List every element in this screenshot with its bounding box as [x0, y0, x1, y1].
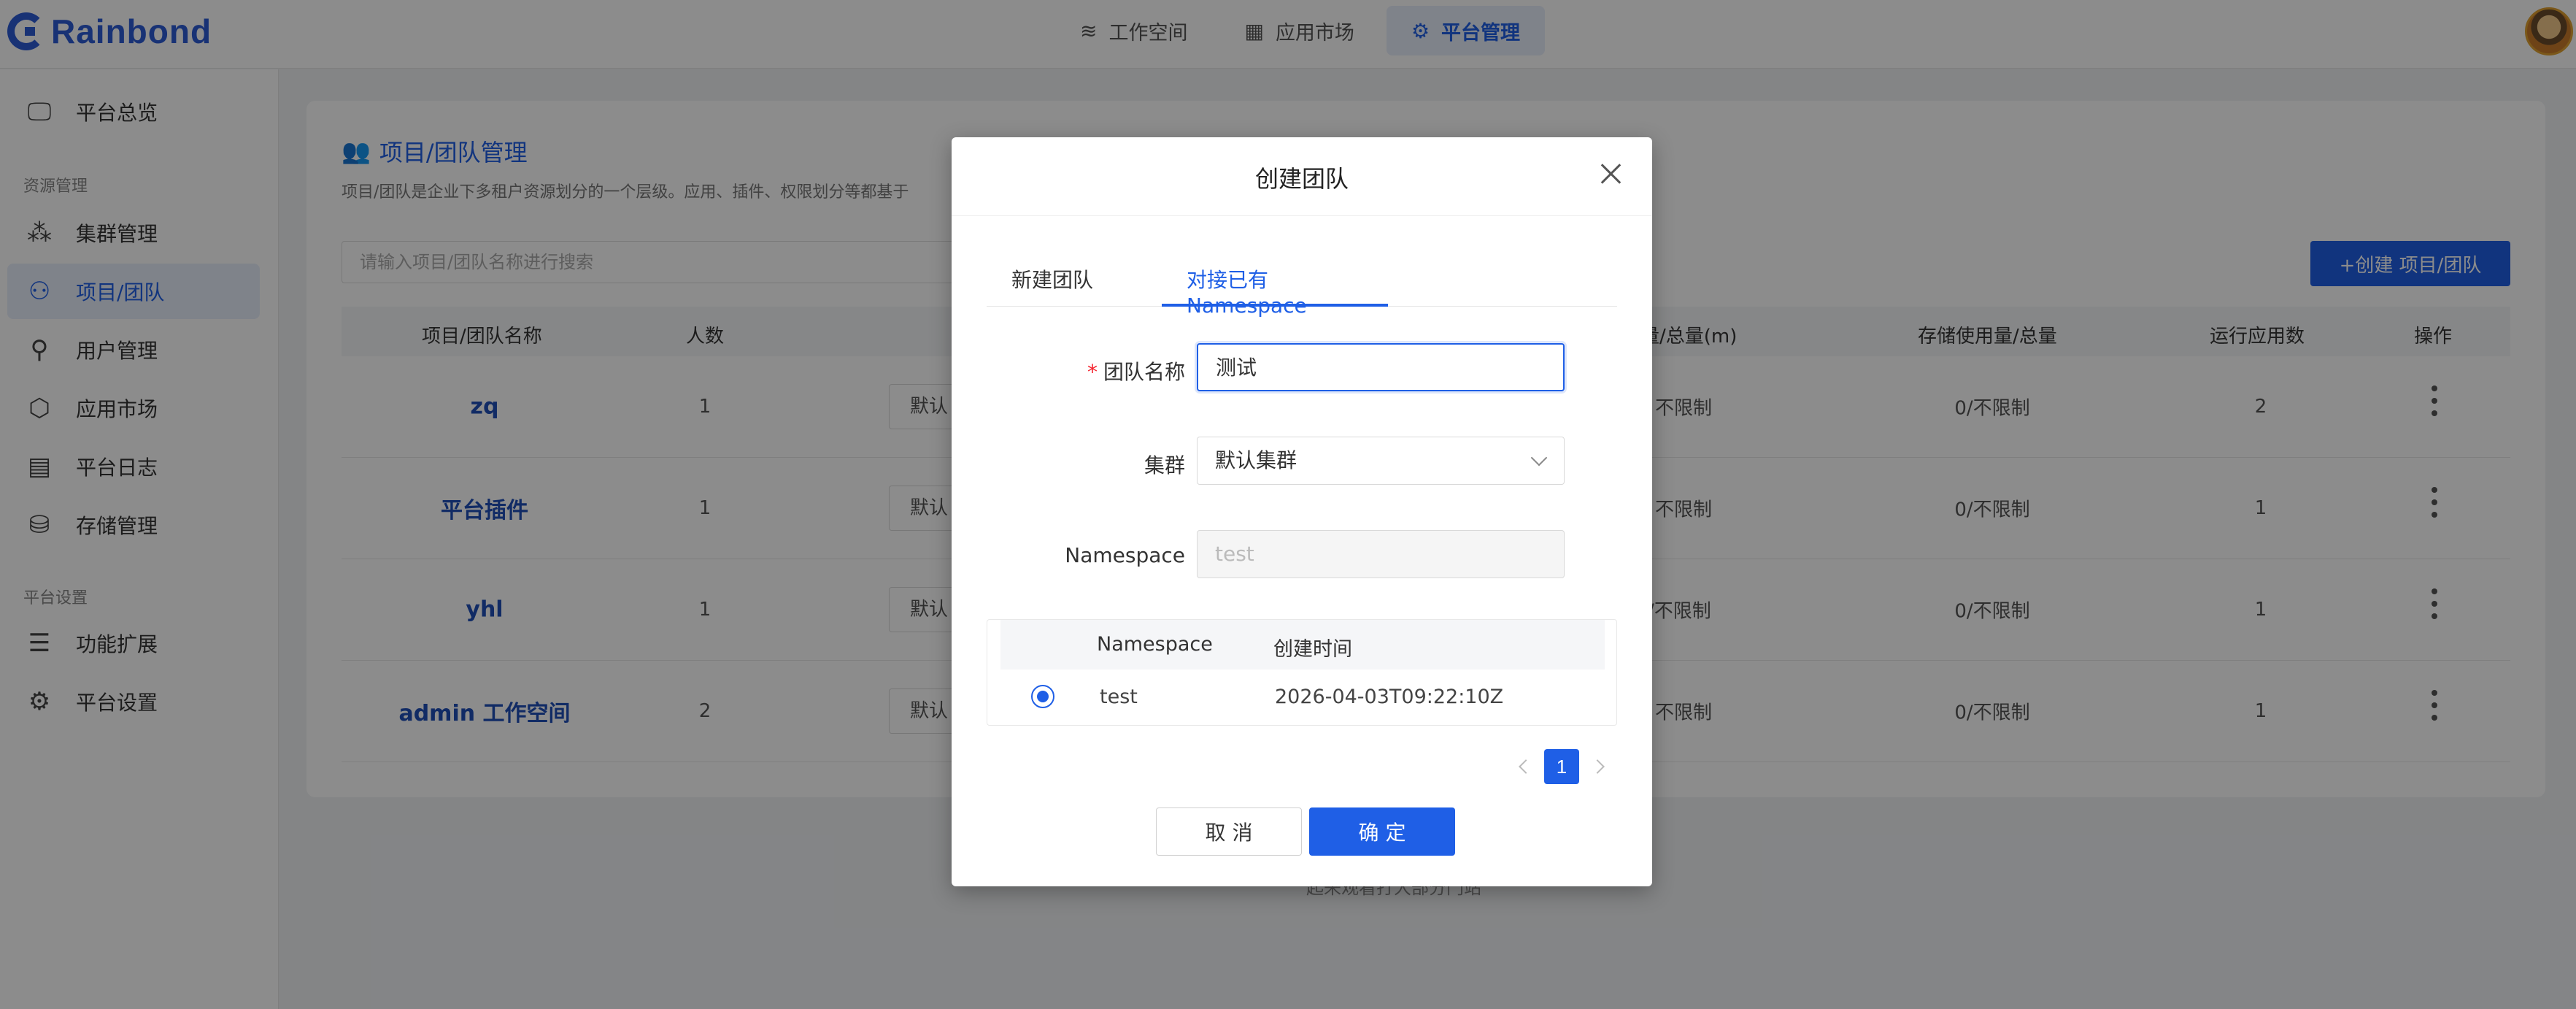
cluster-label: 集群: [1144, 453, 1185, 477]
table-row[interactable]: test 2026-04-03T09:22:10Z: [1000, 670, 1605, 725]
cluster-select-value: 默认集群: [1215, 448, 1297, 472]
namespace-row: Namespace test: [952, 530, 1652, 581]
th-created-time: 创建时间: [1273, 638, 1352, 661]
cluster-row: 集群 默认集群: [952, 437, 1652, 488]
create-team-modal: 创建团队 新建团队 对接已有 Namespace * 团队名称 测试 集群 默认集…: [952, 137, 1652, 886]
tab-existing-namespace[interactable]: 对接已有 Namespace: [1162, 261, 1388, 318]
modal-tabs: 新建团队 对接已有 Namespace: [987, 261, 1617, 318]
page-number-current[interactable]: 1: [1544, 749, 1579, 784]
pagination: 1: [1519, 749, 1605, 784]
modal-title: 创建团队: [1254, 165, 1349, 193]
namespace-table: Namespace 创建时间 test 2026-04-03T09:22:10Z: [987, 619, 1617, 726]
team-name-label: * 团队名称: [1087, 360, 1185, 384]
team-name-input[interactable]: 测试: [1197, 343, 1565, 391]
modal-header: 创建团队: [952, 137, 1652, 216]
cancel-button[interactable]: 取 消: [1156, 807, 1302, 856]
created-time-cell: 2026-04-03T09:22:10Z: [1275, 686, 1504, 708]
chevron-down-icon: [1530, 449, 1548, 467]
tab-new-team[interactable]: 新建团队: [1011, 261, 1093, 307]
chevron-left-icon[interactable]: [1519, 759, 1533, 774]
team-name-row: * 团队名称 测试: [952, 343, 1652, 394]
namespace-table-header: Namespace 创建时间: [1000, 620, 1605, 670]
namespace-input: test: [1197, 530, 1565, 578]
close-icon[interactable]: [1597, 159, 1626, 188]
namespace-label: Namespace: [1065, 543, 1185, 567]
confirm-button[interactable]: 确 定: [1309, 807, 1455, 856]
th-namespace: Namespace: [1097, 633, 1213, 656]
namespace-cell: test: [1100, 686, 1138, 708]
namespace-radio[interactable]: [1031, 685, 1054, 708]
cluster-select[interactable]: 默认集群: [1197, 437, 1565, 485]
chevron-right-icon[interactable]: [1590, 759, 1605, 774]
